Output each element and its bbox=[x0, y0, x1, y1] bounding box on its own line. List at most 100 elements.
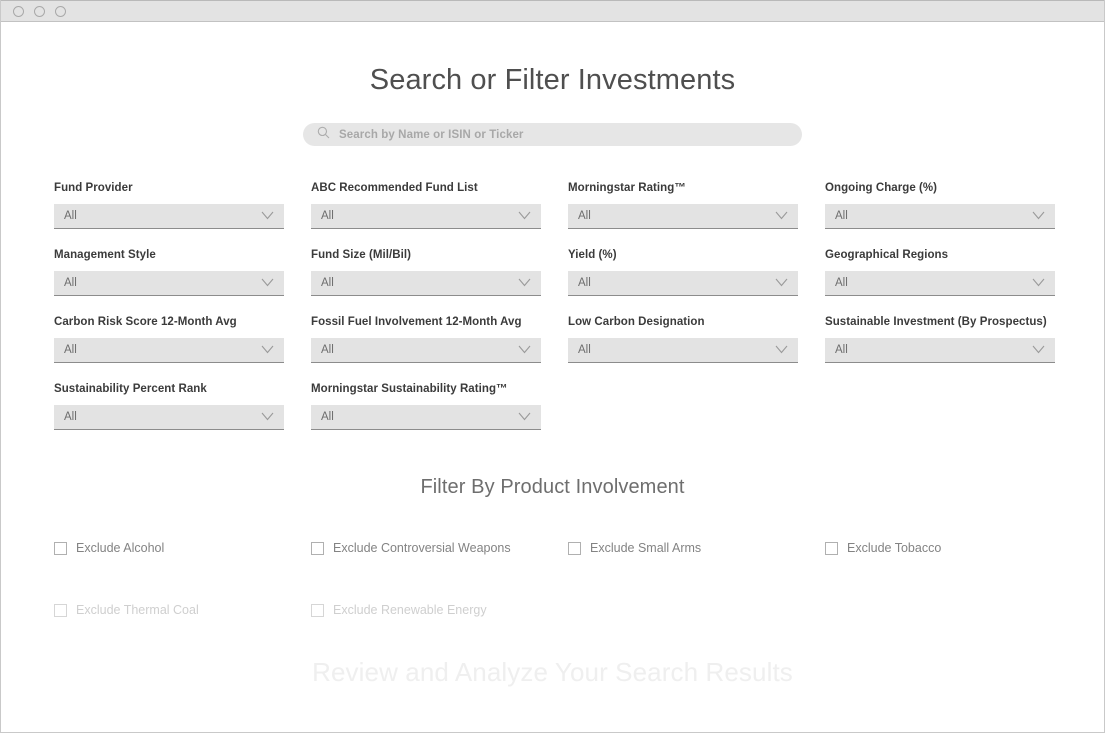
checkbox-label: Exclude Controversial Weapons bbox=[333, 541, 511, 555]
checkbox-label: Exclude Alcohol bbox=[76, 541, 164, 555]
filter-label: Morningstar Rating™ bbox=[568, 182, 798, 194]
filter-sustainability-percent-rank: Sustainability Percent Rank All bbox=[54, 383, 284, 430]
filter-morningstar-sustainability-rating: Morningstar Sustainability Rating™ All bbox=[311, 383, 541, 430]
chevron-down-icon bbox=[518, 341, 531, 359]
dropdown-value: All bbox=[835, 210, 848, 222]
filter-label: Sustainable Investment (By Prospectus) bbox=[825, 316, 1055, 328]
filter-geographical-regions: Geographical Regions All bbox=[825, 249, 1055, 296]
chevron-down-icon bbox=[261, 274, 274, 292]
chevron-down-icon bbox=[261, 341, 274, 359]
dropdown-abc-recommended-fund-list[interactable]: All bbox=[311, 204, 541, 229]
results-section-title: Review and Analyze Your Search Results bbox=[1, 617, 1104, 688]
checkbox-exclude-thermal-coal[interactable]: Exclude Thermal Coal bbox=[54, 603, 311, 617]
filter-label: Fund Provider bbox=[54, 182, 284, 194]
filter-label: Sustainability Percent Rank bbox=[54, 383, 284, 395]
filter-carbon-risk-score: Carbon Risk Score 12-Month Avg All bbox=[54, 316, 284, 363]
dropdown-fund-size[interactable]: All bbox=[311, 271, 541, 296]
filter-abc-recommended-fund-list: ABC Recommended Fund List All bbox=[311, 182, 541, 229]
dropdown-morningstar-sustainability-rating[interactable]: All bbox=[311, 405, 541, 430]
checkbox-box[interactable] bbox=[311, 542, 324, 555]
filter-fund-size: Fund Size (Mil/Bil) All bbox=[311, 249, 541, 296]
filter-low-carbon-designation: Low Carbon Designation All bbox=[568, 316, 798, 363]
minimize-circle-icon[interactable] bbox=[34, 6, 45, 17]
checkbox-box[interactable] bbox=[825, 542, 838, 555]
checkbox-exclude-renewable-energy[interactable]: Exclude Renewable Energy bbox=[311, 603, 568, 617]
dropdown-value: All bbox=[321, 411, 334, 423]
checkbox-box[interactable] bbox=[311, 604, 324, 617]
checkbox-exclude-controversial-weapons[interactable]: Exclude Controversial Weapons bbox=[311, 541, 568, 555]
filter-label: Morningstar Sustainability Rating™ bbox=[311, 383, 541, 395]
checkbox-label: Exclude Thermal Coal bbox=[76, 603, 199, 617]
dropdown-carbon-risk-score[interactable]: All bbox=[54, 338, 284, 363]
chevron-down-icon bbox=[775, 341, 788, 359]
chevron-down-icon bbox=[1032, 274, 1045, 292]
dropdown-geographical-regions[interactable]: All bbox=[825, 271, 1055, 296]
dropdown-value: All bbox=[321, 277, 334, 289]
dropdown-ongoing-charge[interactable]: All bbox=[825, 204, 1055, 229]
close-circle-icon[interactable] bbox=[13, 6, 24, 17]
dropdown-value: All bbox=[64, 411, 77, 423]
chevron-down-icon bbox=[261, 408, 274, 426]
filter-label: Geographical Regions bbox=[825, 249, 1055, 261]
dropdown-sustainability-percent-rank[interactable]: All bbox=[54, 405, 284, 430]
chevron-down-icon bbox=[518, 408, 531, 426]
search-placeholder: Search by Name or ISIN or Ticker bbox=[339, 129, 524, 141]
filter-label: ABC Recommended Fund List bbox=[311, 182, 541, 194]
window-titlebar bbox=[1, 0, 1104, 22]
checkbox-box[interactable] bbox=[54, 604, 67, 617]
page-content: Search or Filter Investments Search by N… bbox=[1, 22, 1104, 732]
checkbox-label: Exclude Tobacco bbox=[847, 541, 941, 555]
dropdown-value: All bbox=[835, 344, 848, 356]
filter-morningstar-rating: Morningstar Rating™ All bbox=[568, 182, 798, 229]
checkbox-box[interactable] bbox=[54, 542, 67, 555]
checkbox-label: Exclude Renewable Energy bbox=[333, 603, 487, 617]
filter-sustainable-investment: Sustainable Investment (By Prospectus) A… bbox=[825, 316, 1055, 363]
dropdown-value: All bbox=[578, 344, 591, 356]
dropdown-low-carbon-designation[interactable]: All bbox=[568, 338, 798, 363]
filter-label: Ongoing Charge (%) bbox=[825, 182, 1055, 194]
checkbox-exclude-tobacco[interactable]: Exclude Tobacco bbox=[825, 541, 1082, 555]
checkbox-exclude-alcohol[interactable]: Exclude Alcohol bbox=[54, 541, 311, 555]
chevron-down-icon bbox=[518, 274, 531, 292]
filter-grid: Fund Provider All ABC Recommended Fund L… bbox=[1, 182, 1104, 450]
dropdown-fossil-fuel-involvement[interactable]: All bbox=[311, 338, 541, 363]
filter-label: Management Style bbox=[54, 249, 284, 261]
dropdown-value: All bbox=[835, 277, 848, 289]
filter-label: Carbon Risk Score 12-Month Avg bbox=[54, 316, 284, 328]
page-title: Search or Filter Investments bbox=[1, 22, 1104, 97]
maximize-circle-icon[interactable] bbox=[55, 6, 66, 17]
dropdown-management-style[interactable]: All bbox=[54, 271, 284, 296]
checkbox-label: Exclude Small Arms bbox=[590, 541, 701, 555]
filter-label: Yield (%) bbox=[568, 249, 798, 261]
dropdown-value: All bbox=[64, 210, 77, 222]
dropdown-morningstar-rating[interactable]: All bbox=[568, 204, 798, 229]
search-icon bbox=[317, 126, 330, 144]
filter-label: Fund Size (Mil/Bil) bbox=[311, 249, 541, 261]
filter-fossil-fuel-involvement: Fossil Fuel Involvement 12-Month Avg All bbox=[311, 316, 541, 363]
involvement-section-title: Filter By Product Involvement bbox=[1, 450, 1104, 499]
dropdown-sustainable-investment[interactable]: All bbox=[825, 338, 1055, 363]
dropdown-value: All bbox=[321, 210, 334, 222]
dropdown-fund-provider[interactable]: All bbox=[54, 204, 284, 229]
filter-fund-provider: Fund Provider All bbox=[54, 182, 284, 229]
filter-label: Low Carbon Designation bbox=[568, 316, 798, 328]
dropdown-value: All bbox=[321, 344, 334, 356]
chevron-down-icon bbox=[775, 207, 788, 225]
involvement-checkbox-grid: Exclude Alcohol Exclude Controversial We… bbox=[1, 541, 1104, 617]
chevron-down-icon bbox=[775, 274, 788, 292]
dropdown-value: All bbox=[578, 210, 591, 222]
checkbox-box[interactable] bbox=[568, 542, 581, 555]
app-window: Search or Filter Investments Search by N… bbox=[0, 0, 1105, 733]
filter-management-style: Management Style All bbox=[54, 249, 284, 296]
search-input[interactable]: Search by Name or ISIN or Ticker bbox=[303, 123, 802, 146]
filter-label: Fossil Fuel Involvement 12-Month Avg bbox=[311, 316, 541, 328]
filter-ongoing-charge: Ongoing Charge (%) All bbox=[825, 182, 1055, 229]
dropdown-yield[interactable]: All bbox=[568, 271, 798, 296]
search-row: Search by Name or ISIN or Ticker bbox=[1, 123, 1104, 146]
dropdown-value: All bbox=[64, 277, 77, 289]
filter-yield: Yield (%) All bbox=[568, 249, 798, 296]
chevron-down-icon bbox=[518, 207, 531, 225]
checkbox-exclude-small-arms[interactable]: Exclude Small Arms bbox=[568, 541, 825, 555]
dropdown-value: All bbox=[578, 277, 591, 289]
dropdown-value: All bbox=[64, 344, 77, 356]
